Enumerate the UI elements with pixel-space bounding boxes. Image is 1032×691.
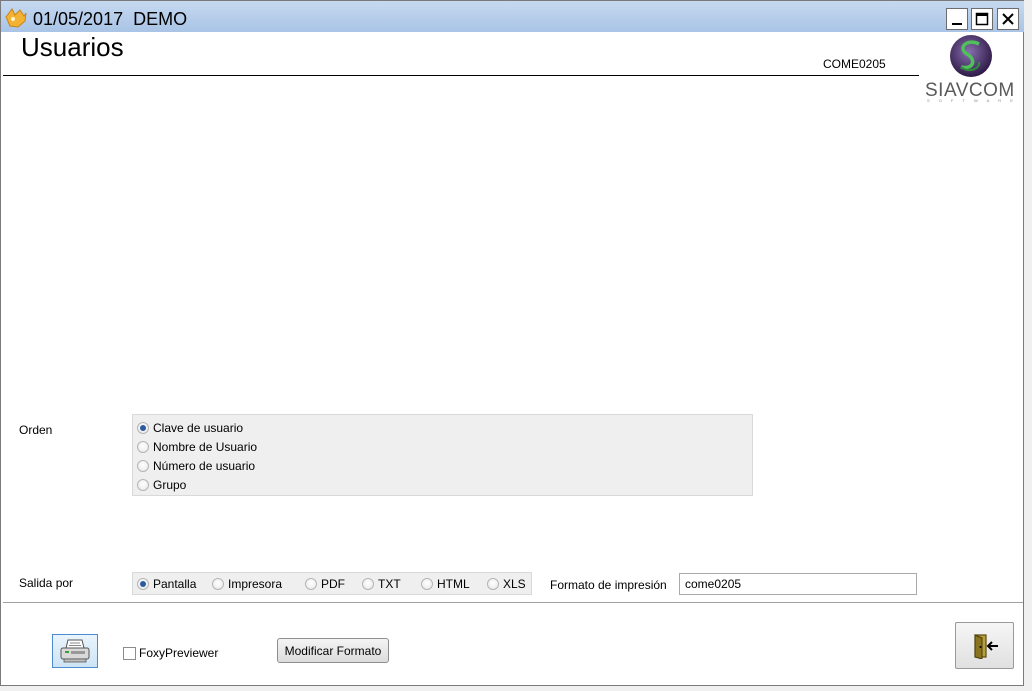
- salida-option-impresora[interactable]: Impresora: [212, 576, 282, 592]
- salida-label: Salida por: [19, 576, 74, 590]
- orden-label: Orden: [19, 423, 53, 437]
- report-window: 01/05/2017 DEMO Usuarios COME0205 SIAVCOM…: [0, 0, 1025, 686]
- salida-option-label: XLS: [503, 577, 526, 591]
- page-title: Usuarios: [21, 32, 124, 62]
- radio-unselected-icon: [137, 460, 149, 472]
- orden-option-grupo[interactable]: Grupo: [137, 477, 186, 493]
- print-button[interactable]: [52, 634, 98, 668]
- title-company: DEMO: [133, 9, 188, 29]
- foxypreviewer-toggle[interactable]: FoxyPreviewer: [123, 646, 218, 660]
- radio-unselected-icon: [137, 441, 149, 453]
- orden-option-nombre[interactable]: Nombre de Usuario: [137, 439, 257, 455]
- exit-button[interactable]: [955, 622, 1014, 669]
- radio-unselected-icon: [305, 578, 317, 590]
- salida-option-xls[interactable]: XLS: [487, 576, 526, 592]
- salida-option-label: HTML: [437, 577, 470, 591]
- form-code: COME0205: [823, 57, 886, 71]
- header-divider: [3, 75, 919, 76]
- orden-option-label: Clave de usuario: [153, 421, 244, 435]
- modificar-formato-button[interactable]: Modificar Formato: [277, 638, 389, 663]
- exit-door-icon: [973, 633, 998, 659]
- radio-unselected-icon: [487, 578, 499, 590]
- orden-option-label: Nombre de Usuario: [153, 440, 258, 454]
- salida-option-label: Impresora: [228, 577, 283, 591]
- checkbox-unchecked-icon: [123, 646, 136, 660]
- orden-option-clave[interactable]: Clave de usuario: [137, 420, 243, 436]
- salida-option-pantalla[interactable]: Pantalla: [137, 576, 196, 592]
- minimize-button[interactable]: [946, 8, 968, 30]
- close-button[interactable]: [997, 8, 1019, 30]
- title-date: 01/05/2017: [33, 9, 124, 29]
- orden-option-numero[interactable]: Número de usuario: [137, 458, 255, 474]
- salida-option-pdf[interactable]: PDF: [305, 576, 345, 592]
- maximize-icon: [975, 12, 989, 26]
- radio-selected-icon: [137, 578, 149, 590]
- foxypreviewer-label: FoxyPreviewer: [139, 646, 219, 660]
- close-icon: [1002, 13, 1014, 25]
- radio-selected-icon: [137, 422, 149, 434]
- app-logo-icon: [5, 8, 27, 28]
- salida-option-txt[interactable]: TXT: [362, 576, 401, 592]
- printer-icon: [60, 639, 90, 663]
- radio-unselected-icon: [362, 578, 374, 590]
- orden-option-label: Grupo: [153, 478, 187, 492]
- formato-label: Formato de impresión: [550, 578, 667, 592]
- salida-option-label: TXT: [378, 577, 401, 591]
- window-title: 01/05/2017 DEMO: [33, 9, 197, 29]
- salida-option-group: Pantalla Impresora PDF TXT HTML XLS: [132, 572, 532, 595]
- formato-input[interactable]: [679, 573, 917, 595]
- radio-unselected-icon: [421, 578, 433, 590]
- title-bar: 01/05/2017 DEMO: [1, 1, 1025, 32]
- radio-unselected-icon: [212, 578, 224, 590]
- salida-option-label: Pantalla: [153, 577, 197, 591]
- minimize-icon: [952, 23, 962, 25]
- orden-option-group: Clave de usuario Nombre de Usuario Númer…: [132, 414, 753, 496]
- logo-subtext: S O F T W A R E: [927, 98, 1017, 103]
- radio-unselected-icon: [137, 479, 149, 491]
- window-edge-bottom: [0, 686, 1032, 691]
- footer-divider: [3, 602, 1023, 603]
- maximize-button[interactable]: [971, 8, 993, 30]
- salida-option-html[interactable]: HTML: [421, 576, 470, 592]
- window-edge-right: [1024, 0, 1032, 691]
- salida-option-label: PDF: [321, 577, 345, 591]
- orden-option-label: Número de usuario: [153, 459, 256, 473]
